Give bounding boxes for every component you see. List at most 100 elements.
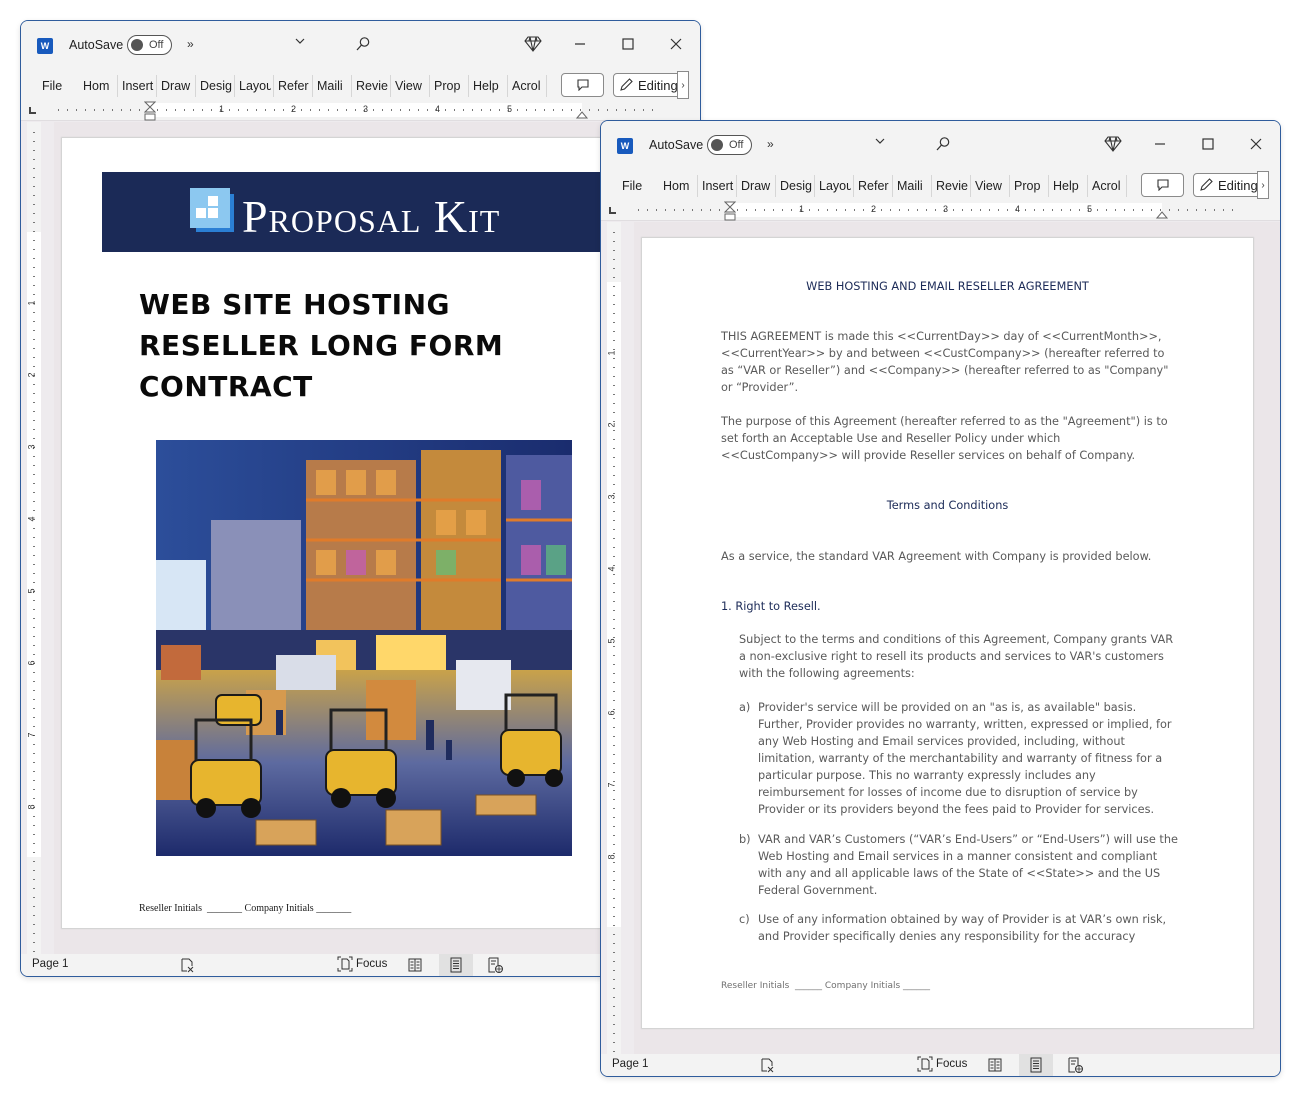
ruler-tick [33, 186, 35, 187]
title-line: RESELLER LONG FORM [139, 329, 504, 362]
horizontal-ruler[interactable]: 1 2 3 4 5 [54, 101, 664, 121]
tab-layout[interactable]: Layou [239, 77, 271, 95]
tab-review[interactable]: Revie [356, 77, 388, 95]
ruler-tick [613, 1015, 615, 1016]
ruler-tick [613, 952, 615, 953]
ruler-number: 1 [219, 104, 225, 114]
more-commands-icon[interactable]: » [767, 137, 774, 151]
tab-acrobat[interactable]: Acrol [1092, 177, 1124, 195]
ruler-tick [33, 771, 35, 772]
chevron-down-icon[interactable] [294, 35, 306, 47]
tab-review[interactable]: Revie [936, 177, 968, 195]
editing-label: Editing [638, 77, 678, 93]
ruler-tick [613, 745, 615, 746]
tab-insert[interactable]: Insert [702, 177, 734, 195]
vertical-ruler[interactable]: 1 2 3 4 5 6 7 8 [607, 222, 621, 1055]
close-icon[interactable] [1249, 136, 1263, 152]
tab-properties[interactable]: Prop [434, 77, 466, 95]
tab-layout[interactable]: Layou [819, 177, 851, 195]
diamond-icon[interactable] [524, 36, 542, 52]
ruler-tick [33, 474, 35, 475]
search-icon[interactable] [935, 136, 951, 152]
ruler-tick [33, 825, 35, 826]
tab-help[interactable]: Help [473, 77, 505, 95]
web-layout-icon[interactable] [487, 957, 503, 973]
ruler-tick [193, 109, 194, 111]
ruler-tick [33, 573, 35, 574]
ribbon-tabs: File Hom Insert Draw Desig Layou Refer M… [21, 71, 700, 101]
maximize-icon[interactable] [1201, 136, 1215, 152]
accessibility-check-icon[interactable] [179, 957, 195, 973]
read-mode-icon[interactable] [407, 957, 423, 973]
ruler-tick [94, 109, 95, 111]
ruler-tick [33, 141, 35, 142]
tab-draw[interactable]: Draw [741, 177, 773, 195]
tab-home[interactable]: Hom [663, 177, 695, 195]
page-number[interactable]: Page 1 [32, 958, 68, 970]
ruler-number: 2 [26, 372, 37, 378]
more-commands-icon[interactable]: » [187, 37, 194, 51]
ribbon-expand-button[interactable]: › [677, 71, 689, 99]
vertical-ruler[interactable]: 1 2 3 4 5 6 7 8 [27, 122, 41, 955]
tab-references[interactable]: Refer [858, 177, 890, 195]
right-indent-marker-icon[interactable] [1156, 209, 1168, 219]
ruler-number: 5 [507, 104, 513, 114]
right-indent-marker-icon[interactable] [576, 109, 588, 119]
ruler-tick [613, 502, 615, 503]
ribbon-expand-button[interactable]: › [1257, 171, 1269, 199]
ruler-tick [33, 762, 35, 763]
ruler-tick [355, 109, 356, 111]
diamond-icon[interactable] [1104, 136, 1122, 152]
print-layout-icon[interactable] [1028, 1057, 1044, 1073]
tab-view[interactable]: View [395, 77, 427, 95]
print-layout-icon[interactable] [448, 957, 464, 973]
comments-button[interactable] [1141, 173, 1184, 197]
ruler-number: 4 [435, 104, 441, 114]
tab-view[interactable]: View [975, 177, 1007, 195]
tab-insert[interactable]: Insert [122, 77, 154, 95]
ruler-tick [674, 209, 675, 211]
indent-marker-icon[interactable] [724, 201, 736, 221]
tab-design[interactable]: Desig [780, 177, 812, 195]
tab-file[interactable]: File [622, 177, 646, 195]
ruler-tick [337, 109, 338, 111]
indent-marker-icon[interactable] [144, 101, 156, 121]
autosave-toggle[interactable]: Off [707, 135, 752, 155]
search-icon[interactable] [355, 36, 371, 52]
ruler-tick [613, 736, 615, 737]
tab-design[interactable]: Desig [200, 77, 232, 95]
close-icon[interactable] [669, 36, 683, 52]
tab-stop-selector[interactable] [609, 207, 616, 214]
tab-stop-selector[interactable] [29, 107, 36, 114]
focus-mode-button[interactable]: Focus [917, 1056, 967, 1072]
tab-references[interactable]: Refer [278, 77, 310, 95]
accessibility-check-icon[interactable] [759, 1057, 775, 1073]
ruler-tick [692, 209, 693, 211]
tab-help[interactable]: Help [1053, 177, 1085, 195]
tab-draw[interactable]: Draw [161, 77, 193, 95]
ruler-tick [1232, 209, 1233, 211]
ruler-tick [643, 109, 644, 111]
tab-file[interactable]: File [42, 77, 66, 95]
ruler-tick [1106, 209, 1107, 211]
tab-mailings[interactable]: Maili [317, 77, 349, 95]
autosave-toggle[interactable]: Off [127, 35, 172, 55]
maximize-icon[interactable] [621, 36, 635, 52]
tab-mailings[interactable]: Maili [897, 177, 929, 195]
ruler-tick [613, 394, 615, 395]
focus-mode-button[interactable]: Focus [337, 956, 387, 972]
web-layout-icon[interactable] [1067, 1057, 1083, 1073]
tab-properties[interactable]: Prop [1014, 177, 1046, 195]
tab-home[interactable]: Hom [83, 77, 115, 95]
comments-button[interactable] [561, 73, 604, 97]
tab-acrobat[interactable]: Acrol [512, 77, 544, 95]
ruler-tick [613, 448, 615, 449]
minimize-icon[interactable] [1153, 136, 1167, 152]
minimize-icon[interactable] [573, 36, 587, 52]
read-mode-icon[interactable] [987, 1057, 1003, 1073]
chevron-down-icon[interactable] [874, 135, 886, 147]
page-number[interactable]: Page 1 [612, 1058, 648, 1070]
horizontal-ruler[interactable]: 1 2 3 4 5 [634, 201, 1244, 221]
list-marker: a) [739, 701, 751, 714]
ruler-tick [791, 209, 792, 211]
